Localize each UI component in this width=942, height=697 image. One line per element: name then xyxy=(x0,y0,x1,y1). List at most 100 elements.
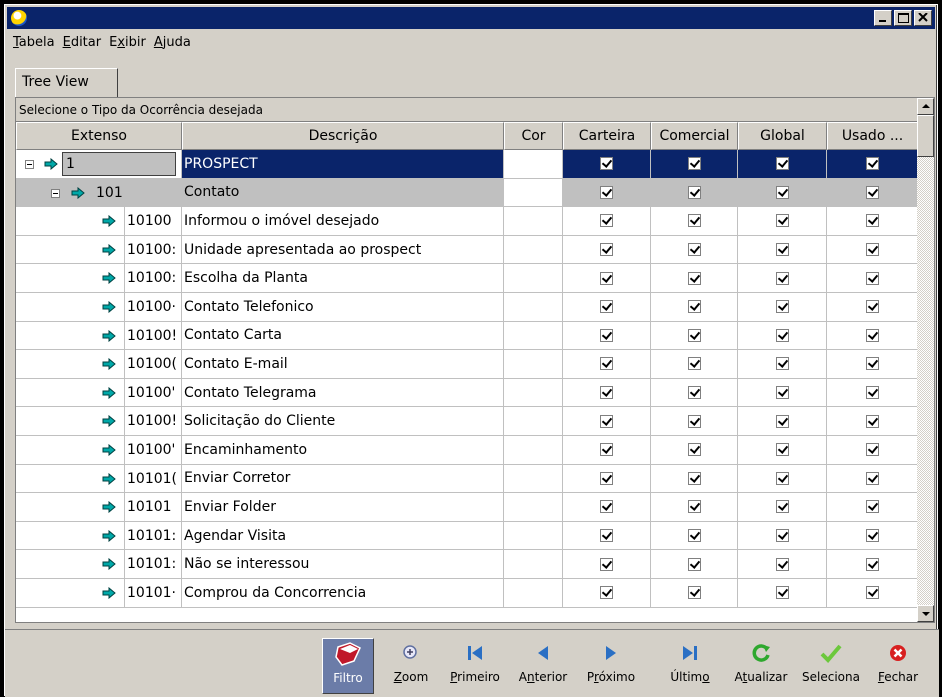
vertical-scrollbar[interactable] xyxy=(917,98,934,622)
carteira-checkbox[interactable] xyxy=(600,529,613,543)
table-row[interactable]: 10101· Comprou da Concorrencia xyxy=(16,578,918,608)
usado-checkbox[interactable] xyxy=(865,443,879,457)
comercial-checkbox[interactable] xyxy=(687,243,701,257)
global-checkbox[interactable] xyxy=(775,586,789,600)
column-header-cor[interactable]: Cor xyxy=(504,122,563,150)
global-checkbox[interactable] xyxy=(775,243,789,257)
primeiro-button[interactable]: Primeiro xyxy=(445,638,505,694)
app-icon[interactable] xyxy=(11,10,27,26)
table-row[interactable]: 10100· Contato Telefonico xyxy=(16,292,918,322)
scroll-down-button[interactable] xyxy=(917,605,934,622)
fechar-button[interactable]: Fechar xyxy=(873,638,923,694)
usado-checkbox[interactable] xyxy=(865,271,879,285)
table-row[interactable]: 10100' Contato Telegrama xyxy=(16,378,918,408)
column-header-global[interactable]: Global xyxy=(738,122,827,150)
global-checkbox[interactable] xyxy=(775,300,789,314)
anterior-button[interactable]: Anterior xyxy=(513,638,573,694)
scroll-up-button[interactable] xyxy=(917,98,934,115)
menu-editar[interactable]: Editar xyxy=(61,35,108,50)
carteira-checkbox[interactable] xyxy=(600,300,613,314)
table-row[interactable]: 10100! Contato Carta xyxy=(16,321,918,351)
tab-tree-view[interactable]: Tree View xyxy=(15,68,118,97)
menu-tabela[interactable]: Tabela xyxy=(11,35,61,50)
usado-checkbox[interactable] xyxy=(865,557,879,571)
proximo-button[interactable]: Próximo xyxy=(581,638,641,694)
usado-checkbox[interactable] xyxy=(865,185,879,199)
carteira-checkbox[interactable] xyxy=(600,357,613,371)
comercial-checkbox[interactable] xyxy=(687,386,701,400)
row-code[interactable]: 1 xyxy=(62,152,176,176)
global-checkbox[interactable] xyxy=(775,443,789,457)
carteira-checkbox[interactable] xyxy=(600,414,613,428)
comercial-checkbox[interactable] xyxy=(687,529,701,543)
usado-checkbox[interactable] xyxy=(865,414,879,428)
comercial-checkbox[interactable] xyxy=(687,157,701,171)
carteira-checkbox[interactable] xyxy=(600,557,613,571)
usado-checkbox[interactable] xyxy=(865,357,879,371)
carteira-checkbox[interactable] xyxy=(600,271,613,285)
usado-checkbox[interactable] xyxy=(865,500,879,514)
global-checkbox[interactable] xyxy=(775,214,789,228)
filtro-button[interactable]: Filtro xyxy=(322,638,374,694)
carteira-checkbox[interactable] xyxy=(600,157,613,171)
usado-checkbox[interactable] xyxy=(865,300,879,314)
comercial-checkbox[interactable] xyxy=(687,214,701,228)
global-checkbox[interactable] xyxy=(775,557,789,571)
column-header-comercial[interactable]: Comercial xyxy=(651,122,738,150)
global-checkbox[interactable] xyxy=(775,157,789,171)
comercial-checkbox[interactable] xyxy=(687,328,701,342)
global-checkbox[interactable] xyxy=(775,271,789,285)
table-row[interactable]: 10100' Encaminhamento xyxy=(16,435,918,465)
zoom-button[interactable]: Zoom xyxy=(391,638,431,694)
column-header-extenso[interactable]: Extenso xyxy=(16,122,182,150)
table-row[interactable]: 10101: Não se interessou xyxy=(16,550,918,579)
table-row[interactable]: 10101: Agendar Visita xyxy=(16,521,918,551)
table-row[interactable]: 10100! Solicitação do Cliente xyxy=(16,407,918,436)
comercial-checkbox[interactable] xyxy=(687,185,701,199)
scroll-thumb[interactable] xyxy=(917,115,934,157)
comercial-checkbox[interactable] xyxy=(687,586,701,600)
carteira-checkbox[interactable] xyxy=(600,586,613,600)
atualizar-button[interactable]: Atualizar xyxy=(731,638,791,694)
global-checkbox[interactable] xyxy=(775,529,789,543)
global-checkbox[interactable] xyxy=(775,328,789,342)
table-row[interactable]: 10100: Unidade apresentada ao prospect xyxy=(16,235,918,265)
usado-checkbox[interactable] xyxy=(865,214,879,228)
global-checkbox[interactable] xyxy=(775,357,789,371)
seleciona-button[interactable]: Seleciona xyxy=(799,638,863,694)
table-row[interactable]: 10100 Informou o imóvel desejado xyxy=(16,207,918,236)
carteira-checkbox[interactable] xyxy=(600,443,613,457)
comercial-checkbox[interactable] xyxy=(687,443,701,457)
global-checkbox[interactable] xyxy=(775,471,789,485)
collapse-icon[interactable] xyxy=(25,160,34,169)
comercial-checkbox[interactable] xyxy=(687,357,701,371)
carteira-checkbox[interactable] xyxy=(600,185,613,199)
menu-ajuda[interactable]: Ajuda xyxy=(152,35,197,50)
column-header-usado[interactable]: Usado ... xyxy=(827,122,918,150)
column-header-descricao[interactable]: Descrição xyxy=(182,122,504,150)
carteira-checkbox[interactable] xyxy=(600,328,613,342)
carteira-checkbox[interactable] xyxy=(600,243,613,257)
usado-checkbox[interactable] xyxy=(865,243,879,257)
usado-checkbox[interactable] xyxy=(865,471,879,485)
close-button[interactable] xyxy=(914,10,932,26)
ultimo-button[interactable]: Último xyxy=(665,638,715,694)
carteira-checkbox[interactable] xyxy=(600,386,613,400)
global-checkbox[interactable] xyxy=(775,386,789,400)
table-row[interactable]: 101 Contato xyxy=(16,178,918,208)
table-row[interactable]: 10100: Escolha da Planta xyxy=(16,264,918,293)
comercial-checkbox[interactable] xyxy=(687,414,701,428)
comercial-checkbox[interactable] xyxy=(687,300,701,314)
usado-checkbox[interactable] xyxy=(865,328,879,342)
table-row[interactable]: 1 PROSPECT xyxy=(16,150,918,179)
comercial-checkbox[interactable] xyxy=(687,271,701,285)
usado-checkbox[interactable] xyxy=(865,529,879,543)
minimize-button[interactable] xyxy=(874,10,892,26)
table-row[interactable]: 10100(Contato E-mail xyxy=(16,350,918,379)
usado-checkbox[interactable] xyxy=(865,586,879,600)
usado-checkbox[interactable] xyxy=(865,386,879,400)
global-checkbox[interactable] xyxy=(775,500,789,514)
global-checkbox[interactable] xyxy=(775,185,789,199)
usado-checkbox[interactable] xyxy=(865,157,879,171)
global-checkbox[interactable] xyxy=(775,414,789,428)
